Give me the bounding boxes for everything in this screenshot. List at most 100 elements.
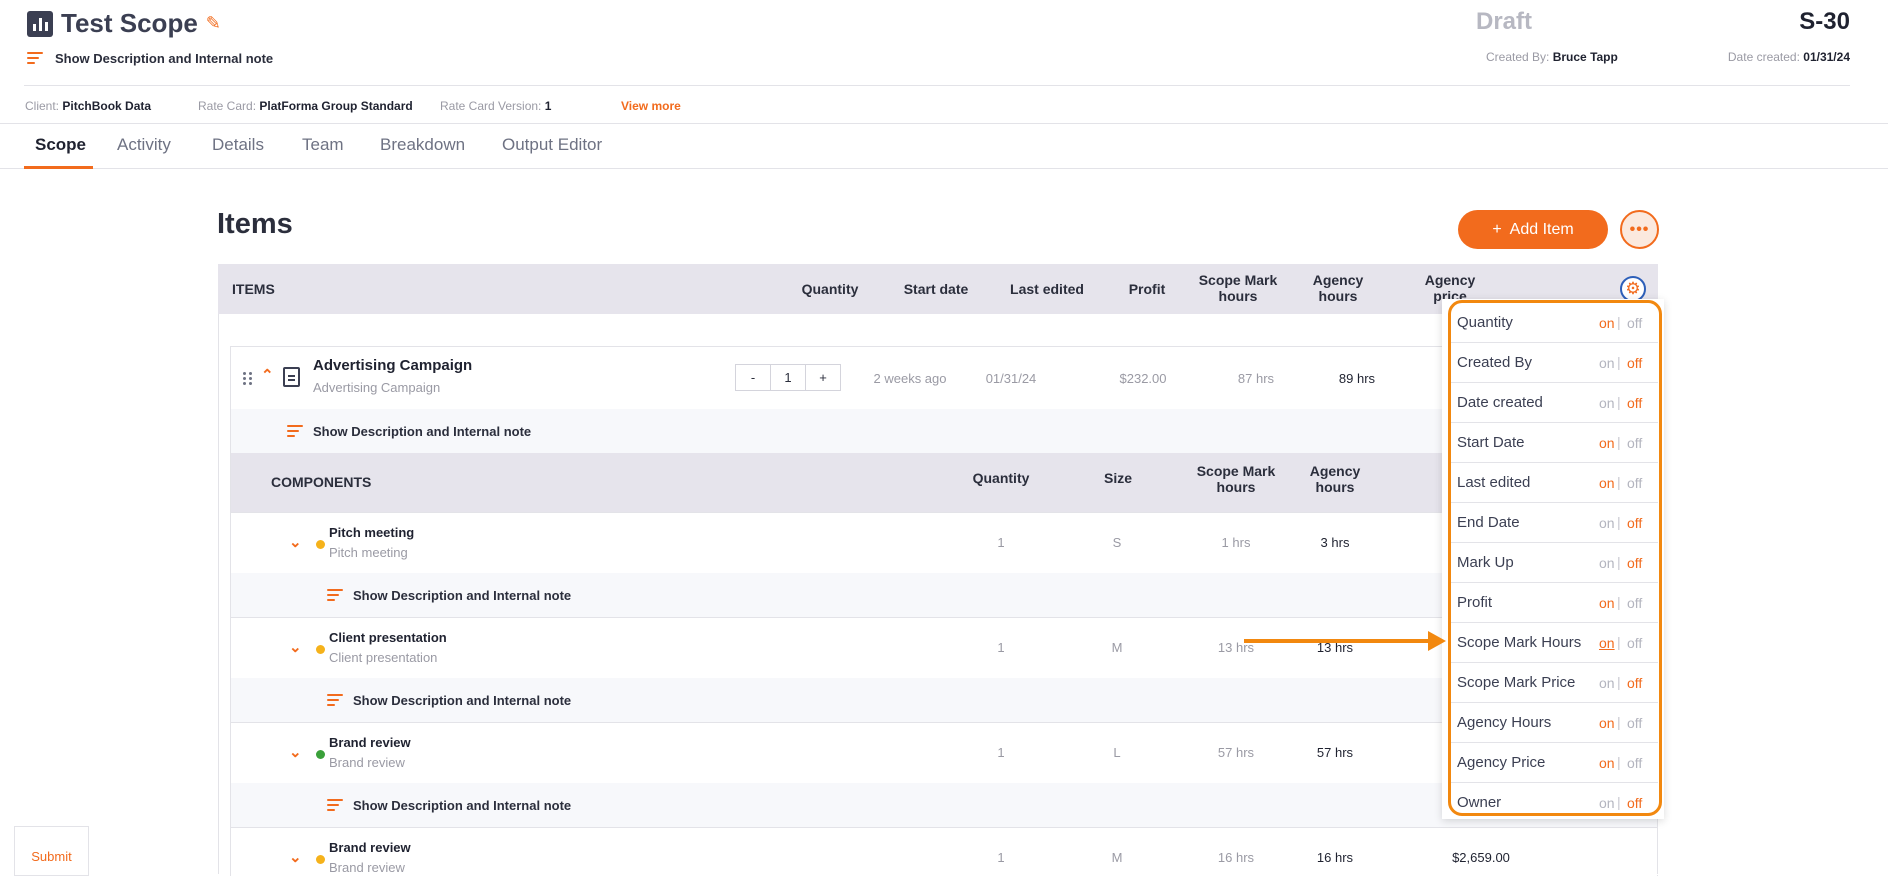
component-row[interactable]: ⌄ Brand review Brand review 1 M 16 hrs 1… bbox=[231, 827, 1657, 888]
toggle-separator: | bbox=[1617, 674, 1621, 690]
toggle-on-option[interactable]: on bbox=[1599, 315, 1615, 331]
toggle-off-option[interactable]: off bbox=[1627, 635, 1642, 651]
tab-scope[interactable]: Scope bbox=[35, 135, 86, 155]
col-profit[interactable]: Profit bbox=[1117, 281, 1177, 297]
toggle-on-option[interactable]: on bbox=[1599, 595, 1615, 611]
column-toggle-label: Created By bbox=[1457, 354, 1533, 371]
toggle-on-option[interactable]: on bbox=[1599, 355, 1615, 371]
toggle-off-option[interactable]: off bbox=[1627, 795, 1642, 811]
comp-col-scope-mark-hours-line1: Scope Mark bbox=[1196, 463, 1276, 479]
component-name: Brand review bbox=[329, 735, 411, 750]
show-description-label: Show Description and Internal note bbox=[55, 50, 274, 66]
item-show-description-link[interactable]: Show Description and Internal note bbox=[287, 423, 531, 439]
chevron-down-icon[interactable]: ⌄ bbox=[289, 848, 302, 866]
toggle-off-option[interactable]: off bbox=[1627, 555, 1642, 571]
comp-col-agency-hours: Agency hours bbox=[1305, 463, 1365, 495]
component-size: M bbox=[1111, 850, 1123, 865]
scope-code: S-30 bbox=[1799, 8, 1850, 35]
comp-col-scope-mark-hours: Scope Mark hours bbox=[1186, 463, 1286, 495]
component-size: M bbox=[1111, 640, 1123, 655]
pencil-icon[interactable]: ✎ bbox=[206, 13, 221, 34]
toggle-off-option[interactable]: off bbox=[1627, 435, 1642, 451]
client-meta: Client: PitchBook Data bbox=[25, 99, 198, 113]
show-description-link[interactable]: Show Description and Internal note bbox=[27, 50, 273, 66]
tab-output-editor[interactable]: Output Editor bbox=[502, 135, 602, 155]
rate-card-label: Rate Card: bbox=[198, 99, 257, 113]
column-toggle-label: Profit bbox=[1457, 594, 1493, 611]
toggle-off-option[interactable]: off bbox=[1627, 515, 1642, 531]
toggle-on-option[interactable]: on bbox=[1599, 755, 1615, 771]
component-show-description-link[interactable]: Show Description and Internal note bbox=[327, 587, 571, 603]
toggle-on-option[interactable]: on bbox=[1599, 475, 1615, 491]
column-toggle-row: Agency Hours on | off bbox=[1448, 703, 1658, 743]
tab-breakdown[interactable]: Breakdown bbox=[380, 135, 465, 155]
rate-card-version-label: Rate Card Version: bbox=[440, 99, 542, 113]
tab-bar: Scope Activity Details Team Breakdown Ou… bbox=[0, 123, 1888, 169]
column-toggle-row: Profit on | off bbox=[1448, 583, 1658, 623]
item-show-description-label: Show Description and Internal note bbox=[313, 423, 532, 439]
column-toggle-row: Start Date on | off bbox=[1448, 423, 1658, 463]
column-toggle-row: Date created on | off bbox=[1448, 383, 1658, 423]
component-size: S bbox=[1112, 535, 1122, 550]
toggle-on-option[interactable]: on bbox=[1599, 675, 1615, 691]
chevron-down-icon[interactable]: ⌄ bbox=[289, 743, 302, 761]
col-scope-mark-hours[interactable]: Scope Mark hours bbox=[1188, 272, 1288, 304]
column-toggle-label: Mark Up bbox=[1457, 554, 1514, 571]
col-agency-hours[interactable]: Agency hours bbox=[1308, 272, 1368, 304]
column-toggle-row: Owner on | off bbox=[1448, 783, 1658, 823]
toggle-off-option[interactable]: off bbox=[1627, 755, 1642, 771]
toggle-on-option[interactable]: on bbox=[1599, 515, 1615, 531]
toggle-off-option[interactable]: off bbox=[1627, 675, 1642, 691]
toggle-off-option[interactable]: off bbox=[1627, 395, 1642, 411]
add-item-button[interactable]: + Add Item bbox=[1458, 210, 1608, 249]
more-options-button[interactable]: ••• bbox=[1620, 210, 1659, 249]
component-name: Brand review bbox=[329, 840, 411, 855]
quantity-decrement-button[interactable]: - bbox=[736, 365, 770, 390]
column-toggle-row: Agency Price on | off bbox=[1448, 743, 1658, 783]
submit-button[interactable]: Submit bbox=[14, 826, 89, 876]
toggle-separator: | bbox=[1617, 554, 1621, 570]
quantity-input[interactable]: 1 bbox=[770, 365, 806, 390]
toggle-on-option[interactable]: on bbox=[1599, 435, 1615, 451]
toggle-on-option[interactable]: on bbox=[1599, 795, 1615, 811]
chevron-down-icon[interactable]: ⌄ bbox=[289, 638, 302, 656]
component-show-description-link[interactable]: Show Description and Internal note bbox=[327, 692, 571, 708]
tab-activity[interactable]: Activity bbox=[117, 135, 171, 155]
toggle-off-option[interactable]: off bbox=[1627, 355, 1642, 371]
col-scope-mark-hours-line1: Scope Mark bbox=[1198, 272, 1278, 288]
drag-handle-icon[interactable] bbox=[243, 372, 252, 385]
toggle-off-option[interactable]: off bbox=[1627, 715, 1642, 731]
component-show-description-link[interactable]: Show Description and Internal note bbox=[327, 797, 571, 813]
toggle-off-option[interactable]: off bbox=[1627, 315, 1642, 331]
tab-details[interactable]: Details bbox=[212, 135, 264, 155]
tab-team[interactable]: Team bbox=[302, 135, 344, 155]
column-toggle-label: Last edited bbox=[1457, 474, 1531, 491]
created-by-label: Created By: bbox=[1486, 50, 1550, 64]
col-items: ITEMS bbox=[232, 281, 275, 297]
toggle-on-option[interactable]: on bbox=[1599, 635, 1615, 651]
toggle-on-option[interactable]: on bbox=[1599, 395, 1615, 411]
quantity-stepper: - 1 + bbox=[735, 364, 841, 391]
date-created-label: Date created: bbox=[1727, 50, 1800, 64]
toggle-on-option[interactable]: on bbox=[1599, 555, 1615, 571]
quantity-increment-button[interactable]: + bbox=[806, 365, 840, 390]
column-toggle-label: Owner bbox=[1457, 794, 1502, 811]
toggle-separator: | bbox=[1617, 474, 1621, 490]
toggle-on-option[interactable]: on bbox=[1599, 715, 1615, 731]
item-name[interactable]: Advertising Campaign bbox=[313, 357, 472, 374]
toggle-separator: | bbox=[1617, 634, 1621, 650]
column-toggle-label: Start Date bbox=[1457, 434, 1525, 451]
column-toggle-label: Date created bbox=[1457, 394, 1543, 411]
view-more-link[interactable]: View more bbox=[621, 99, 681, 113]
toggle-off-option[interactable]: off bbox=[1627, 595, 1642, 611]
col-quantity[interactable]: Quantity bbox=[795, 281, 865, 297]
component-scope-mark-hours: 1 hrs bbox=[1221, 535, 1251, 550]
col-last-edited[interactable]: Last edited bbox=[1002, 281, 1092, 297]
chevron-down-icon[interactable]: ⌄ bbox=[289, 533, 302, 551]
toggle-off-option[interactable]: off bbox=[1627, 475, 1642, 491]
chevron-up-icon[interactable]: ⌃ bbox=[261, 366, 274, 384]
item-scope-mark-hours: 87 hrs bbox=[1237, 371, 1275, 386]
component-scope-mark-hours: 57 hrs bbox=[1217, 745, 1255, 760]
col-start-date[interactable]: Start date bbox=[896, 281, 976, 297]
submit-label: Submit bbox=[31, 849, 72, 864]
